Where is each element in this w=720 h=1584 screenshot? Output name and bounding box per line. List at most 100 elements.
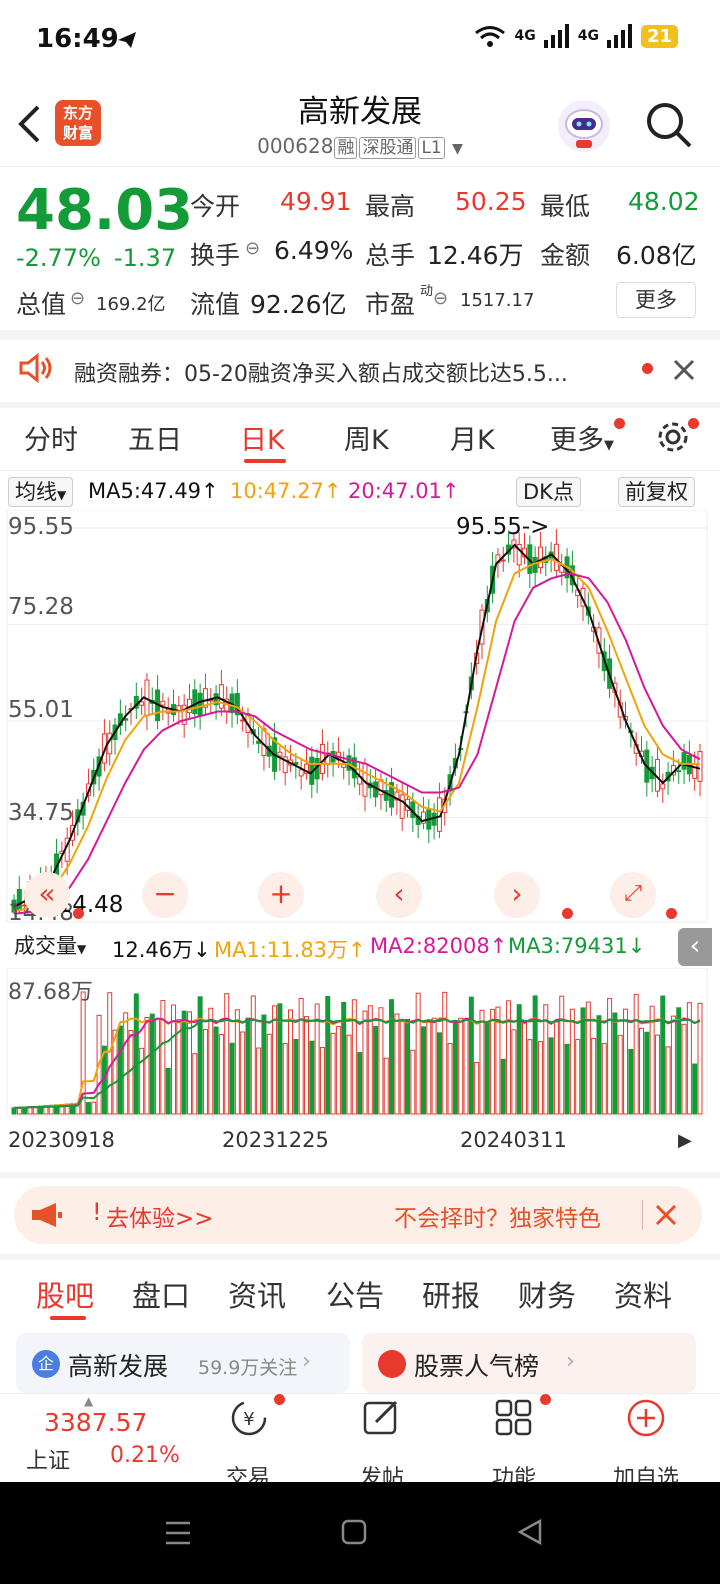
info-icon[interactable]: ⊖ [70,288,85,309]
x-tick-label: 20231225 [222,1128,329,1152]
tab-profile[interactable]: 资料 [614,1273,672,1315]
candle [218,684,224,709]
volume-bar [468,996,474,1115]
tab-order-book[interactable]: 盘口 [132,1273,190,1315]
forum-followers: 59.9万关注 [198,1357,298,1379]
candle [676,770,682,773]
tab-news[interactable]: 资讯 [228,1273,286,1315]
volume-bar [133,993,139,1115]
more-quote-button[interactable]: 更多 [616,282,696,318]
volume-bar [389,999,395,1115]
tab-five-day[interactable]: 五日 [128,418,182,457]
yuan-exchange-icon[interactable]: ¥ [228,1398,270,1438]
y-tick-label: 95.55 [8,514,74,540]
market-cap-label: 总值 [16,290,67,319]
candlestick-chart[interactable] [0,510,720,930]
vol-ma2: MA2:82008↑ [370,934,508,958]
chevron-down-icon[interactable]: ▼ [452,141,463,157]
red-dot-badge [642,363,653,374]
volume-bar [192,1053,198,1115]
margin-notice[interactable]: 融资融券：05-20融资净买入额占成交额比达5.5... [0,340,720,402]
x-tick-label: 20240311 [460,1128,567,1152]
volume-bar [383,1057,389,1115]
robot-assistant-icon[interactable] [556,98,612,154]
amount-value: 6.08亿 [616,241,697,270]
close-icon[interactable] [654,1203,678,1227]
chevron-right-icon[interactable]: › [494,872,540,918]
forum-card[interactable]: 企 高新发展 59.9万关注 › [16,1333,350,1393]
info-icon[interactable]: ⊖ [245,238,260,259]
popularity-card[interactable]: 股票人气榜 › [362,1333,696,1393]
close-icon[interactable] [672,358,696,382]
active-tab-underline [244,459,286,463]
volume-bar [596,1015,602,1115]
promo-left-text[interactable]: 去体验>> [106,1199,214,1233]
section-separator [0,1172,720,1178]
volume-bar [420,1026,426,1115]
volume-bar [660,995,666,1115]
volume-bar [670,1015,676,1115]
volume-bar [325,996,331,1115]
candle [399,794,405,819]
ma5-value: MA5:47.49↑ [88,479,219,503]
dk-point-button[interactable]: DK点 [516,477,581,507]
fullscreen-icon[interactable]: ⤢ [610,872,656,918]
grid-apps-icon[interactable] [494,1398,534,1438]
index-value[interactable]: 3387.57 [44,1408,147,1437]
high-value: 50.25 [455,187,527,216]
volume-bar [351,999,357,1115]
volume-bar [218,1033,224,1115]
tab-weekly-k[interactable]: 周K [344,418,389,457]
volume-indicator-select[interactable]: 成交量▼ [8,932,93,962]
menu-icon[interactable] [164,1520,192,1546]
zoom-in-icon[interactable]: + [258,872,304,918]
tab-finance[interactable]: 财务 [518,1273,576,1315]
rewind-icon[interactable]: « [24,872,70,918]
high-label: 最高 [365,192,416,221]
ma-type-select[interactable]: 均线▼ [8,477,74,507]
tab-monthly-k[interactable]: 月K [450,418,495,457]
adjust-select[interactable]: 前复权 [618,477,695,507]
edit-icon[interactable] [362,1398,402,1438]
volume-bar [261,1014,267,1115]
candle [160,700,166,706]
collapse-panel-icon[interactable]: ‹ [678,928,712,966]
up-arrow-icon: ▲ [84,1394,94,1408]
zoom-out-icon[interactable]: − [142,872,188,918]
volume-bar [564,1043,570,1115]
volume-bar [139,1047,145,1115]
volume-bar [474,1062,480,1115]
tab-intraday[interactable]: 分时 [24,418,78,457]
home-icon[interactable] [340,1518,368,1546]
play-icon[interactable]: ▶ [678,1130,692,1151]
back-nav-icon[interactable] [516,1518,544,1546]
volume-bar [506,1000,512,1115]
signal-icon [606,24,632,48]
tab-forum[interactable]: 股吧 [36,1273,94,1315]
chevron-right-icon: › [566,1349,575,1374]
volume-indicator-label: 成交量 [14,934,77,958]
margin-tag: 融 [334,137,358,159]
chevron-left-icon[interactable]: ‹ [376,872,422,918]
last-price: 48.03 [16,178,194,243]
vol-ma1: MA1:11.83万↑ [214,938,366,962]
promo-banner[interactable]: ! 去体验>> 不会择时？独家特色 [14,1186,702,1244]
add-circle-icon[interactable] [626,1398,666,1438]
info-icon[interactable]: ⊖ [433,288,448,309]
volume-bar [341,1001,347,1115]
gear-icon[interactable] [656,420,690,454]
volume-bar [213,1026,219,1115]
tab-announcements[interactable]: 公告 [326,1273,384,1315]
volume-chart[interactable] [0,968,720,1118]
red-dot-badge [666,908,677,919]
volume-max-label: 87.68万 [8,980,93,1005]
index-name[interactable]: 上证 [26,1443,70,1475]
search-icon[interactable] [644,100,694,150]
tab-more[interactable]: 更多▼ [550,418,614,457]
index-change[interactable]: 0.21% [110,1443,180,1468]
volume-bar [665,1046,671,1115]
tab-daily-k[interactable]: 日K [240,418,285,457]
turnover-label: 换手 [190,241,241,270]
active-tab-underline [50,1316,86,1320]
tab-research[interactable]: 研报 [422,1273,480,1315]
